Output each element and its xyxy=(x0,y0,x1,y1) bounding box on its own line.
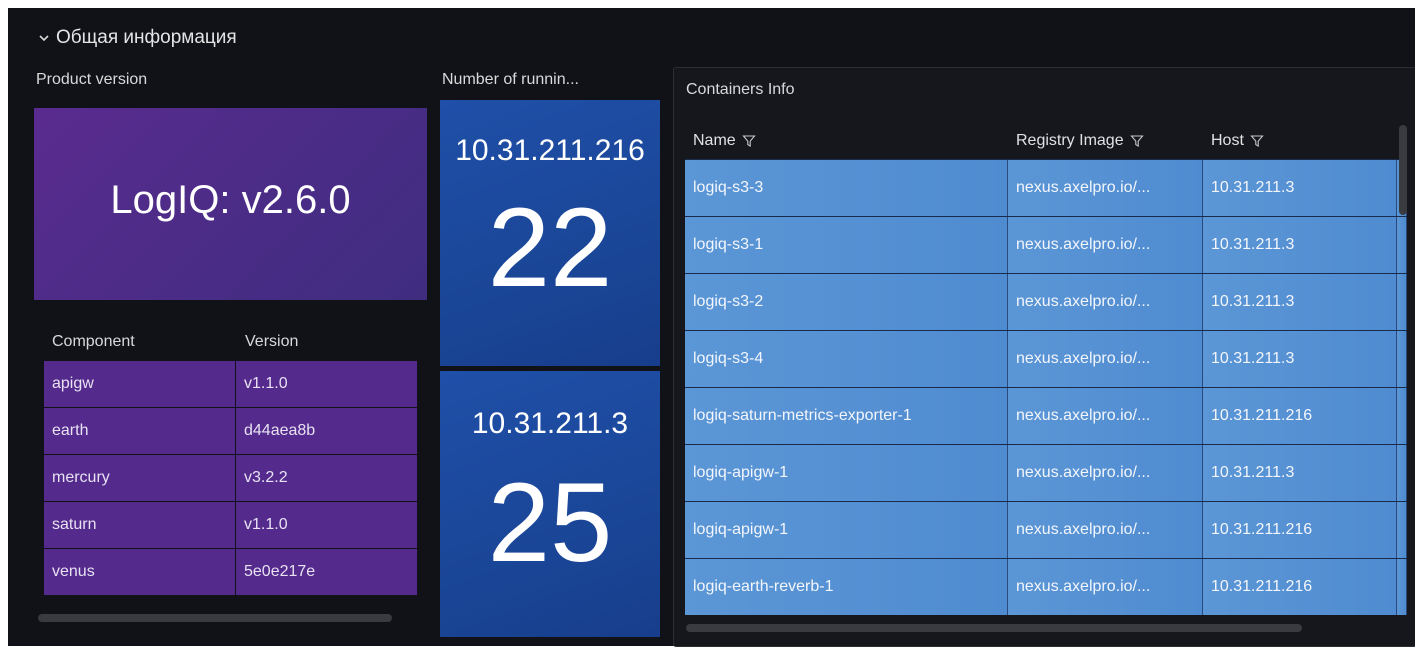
table-row[interactable]: logiq-s3-1 nexus.axelpro.io/... 10.31.211.… xyxy=(685,216,1407,273)
table-row[interactable]: logiq-earth-reverb-1 nexus.axelpro.io/...… xyxy=(685,558,1407,615)
containers-horizontal-scrollbar[interactable] xyxy=(686,624,1302,632)
component-version-cell: v3.2.2 xyxy=(236,455,417,501)
chevron-down-icon xyxy=(39,35,49,42)
running-stat-card[interactable]: 10.31.211.3 25 xyxy=(440,371,660,637)
component-name-cell: venus xyxy=(44,549,236,595)
product-version-title: Product version xyxy=(36,71,148,88)
overflow-cell xyxy=(1397,217,1407,273)
column-header-label: Host xyxy=(1211,132,1244,149)
row-title: Общая информация xyxy=(56,27,237,48)
registry-image-cell: nexus.axelpro.io/... xyxy=(1008,445,1203,501)
host-cell: 10.31.211.216 xyxy=(1203,388,1397,444)
filter-icon[interactable] xyxy=(1129,134,1144,148)
host-cell: 10.31.211.3 xyxy=(1203,217,1397,273)
registry-image-cell: nexus.axelpro.io/... xyxy=(1008,160,1203,216)
overflow-cell xyxy=(1397,274,1407,330)
table-row[interactable]: logiq-saturn-metrics-exporter-1 nexus.axe… xyxy=(685,387,1407,444)
column-header-label: Registry Image xyxy=(1016,132,1124,149)
container-name-cell: logiq-s3-4 xyxy=(685,331,1008,387)
running-host-label: 10.31.211.216 xyxy=(455,134,645,167)
component-version-cell: 5e0e217e xyxy=(236,549,417,595)
row-collapse-toggle[interactable]: Общая информация xyxy=(38,26,237,50)
overflow-cell xyxy=(1397,388,1407,444)
product-version-value: LogIQ: v2.6.0 xyxy=(110,177,351,222)
running-count-value: 22 xyxy=(487,185,613,310)
containers-info-title: Containers Info xyxy=(686,81,795,98)
container-name-cell: logiq-s3-2 xyxy=(685,274,1008,330)
dashboard: Общая информация Product version LogIQ: … xyxy=(8,8,1415,647)
column-header-host[interactable]: Host xyxy=(1203,132,1397,150)
container-name-cell: logiq-s3-3 xyxy=(685,160,1008,216)
running-count-value: 25 xyxy=(487,460,613,585)
filter-icon[interactable] xyxy=(1250,134,1264,148)
components-horizontal-scrollbar[interactable] xyxy=(38,614,392,622)
component-version-cell: d44aea8b xyxy=(236,408,417,454)
host-cell: 10.31.211.216 xyxy=(1203,559,1397,615)
registry-image-cell: nexus.axelpro.io/... xyxy=(1008,502,1203,558)
table-row[interactable]: saturn v1.1.0 xyxy=(44,501,417,548)
container-name-cell: logiq-s3-1 xyxy=(685,217,1008,273)
table-row[interactable]: logiq-apigw-1 nexus.axelpro.io/... 10.31.2… xyxy=(685,501,1407,558)
table-row[interactable]: logiq-s3-4 nexus.axelpro.io/... 10.31.211.… xyxy=(685,330,1407,387)
running-containers-title: Number of runnin... xyxy=(442,71,579,88)
table-row[interactable]: logiq-s3-2 nexus.axelpro.io/... 10.31.211.… xyxy=(685,273,1407,330)
registry-image-cell: nexus.axelpro.io/... xyxy=(1008,388,1203,444)
container-name-cell: logiq-earth-reverb-1 xyxy=(685,559,1008,615)
overflow-cell xyxy=(1397,445,1407,501)
table-row[interactable]: mercury v3.2.2 xyxy=(44,454,417,501)
components-table: Component Version apigw v1.1.0 earth d44aea… xyxy=(44,324,417,595)
table-row[interactable]: logiq-s3-3 nexus.axelpro.io/... 10.31.211.… xyxy=(685,159,1407,216)
component-name-cell: mercury xyxy=(44,455,236,501)
column-header-name[interactable]: Name xyxy=(685,132,1008,150)
overflow-cell xyxy=(1397,502,1407,558)
column-header-component[interactable]: Component xyxy=(44,333,236,351)
containers-vertical-scrollbar[interactable] xyxy=(1399,125,1407,215)
product-version-stat[interactable]: LogIQ: v2.6.0 xyxy=(34,108,427,300)
host-cell: 10.31.211.3 xyxy=(1203,274,1397,330)
container-name-cell: logiq-saturn-metrics-exporter-1 xyxy=(685,388,1008,444)
column-header-label: Name xyxy=(693,132,736,149)
overflow-cell xyxy=(1397,559,1407,615)
component-name-cell: apigw xyxy=(44,361,236,407)
containers-table: Name Registry Image Host logiq-s3-3 nexus… xyxy=(685,123,1407,615)
host-cell: 10.31.211.3 xyxy=(1203,160,1397,216)
registry-image-cell: nexus.axelpro.io/... xyxy=(1008,559,1203,615)
column-header-version[interactable]: Version xyxy=(236,333,417,351)
host-cell: 10.31.211.3 xyxy=(1203,331,1397,387)
host-cell: 10.31.211.216 xyxy=(1203,502,1397,558)
overflow-cell xyxy=(1397,331,1407,387)
table-row[interactable]: apigw v1.1.0 xyxy=(44,360,417,407)
table-row[interactable]: logiq-apigw-1 nexus.axelpro.io/... 10.31.2… xyxy=(685,444,1407,501)
host-cell: 10.31.211.3 xyxy=(1203,445,1397,501)
filter-icon[interactable] xyxy=(742,134,756,148)
table-row[interactable]: earth d44aea8b xyxy=(44,407,417,454)
container-name-cell: logiq-apigw-1 xyxy=(685,502,1008,558)
table-row[interactable]: venus 5e0e217e xyxy=(44,548,417,595)
components-table-header: Component Version xyxy=(44,324,417,360)
running-host-label: 10.31.211.3 xyxy=(471,407,629,440)
registry-image-cell: nexus.axelpro.io/... xyxy=(1008,217,1203,273)
component-version-cell: v1.1.0 xyxy=(236,502,417,548)
column-header-registry-image[interactable]: Registry Image xyxy=(1008,132,1203,150)
containers-info-panel: Containers Info Name Registry Image Host… xyxy=(673,67,1415,647)
registry-image-cell: nexus.axelpro.io/... xyxy=(1008,274,1203,330)
component-name-cell: earth xyxy=(44,408,236,454)
component-version-cell: v1.1.0 xyxy=(236,361,417,407)
registry-image-cell: nexus.axelpro.io/... xyxy=(1008,331,1203,387)
container-name-cell: logiq-apigw-1 xyxy=(685,445,1008,501)
component-name-cell: saturn xyxy=(44,502,236,548)
running-stat-card[interactable]: 10.31.211.216 22 xyxy=(440,100,660,366)
containers-table-header: Name Registry Image Host xyxy=(685,123,1407,159)
